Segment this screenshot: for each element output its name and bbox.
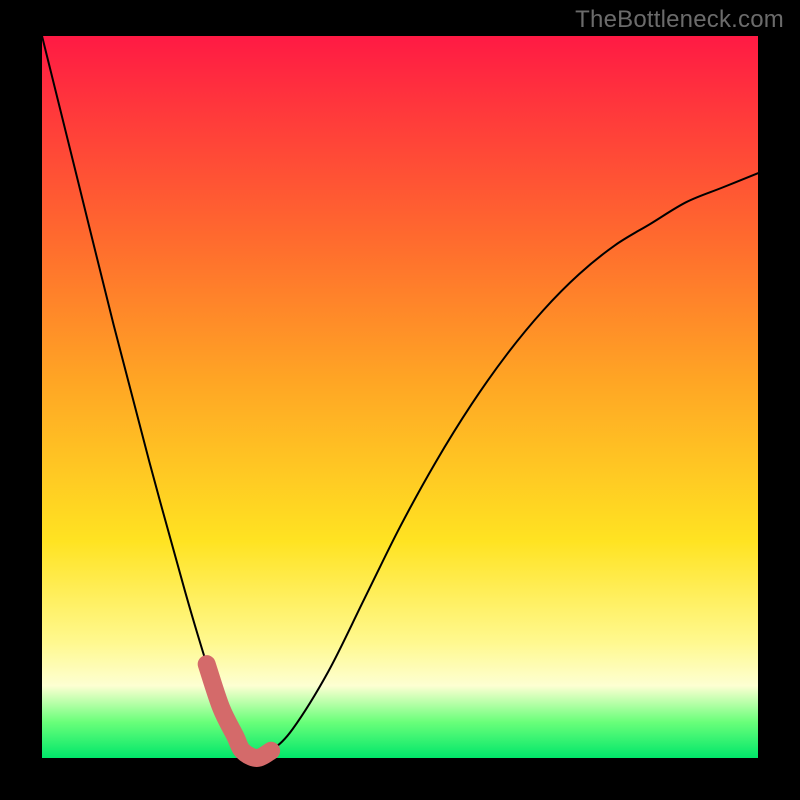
bottleneck-curve <box>42 36 758 758</box>
plot-area <box>42 36 758 758</box>
valley-marker <box>207 664 271 758</box>
watermark-text: TheBottleneck.com <box>575 6 784 34</box>
curve-svg <box>42 36 758 758</box>
chart-frame: TheBottleneck.com <box>0 0 800 800</box>
